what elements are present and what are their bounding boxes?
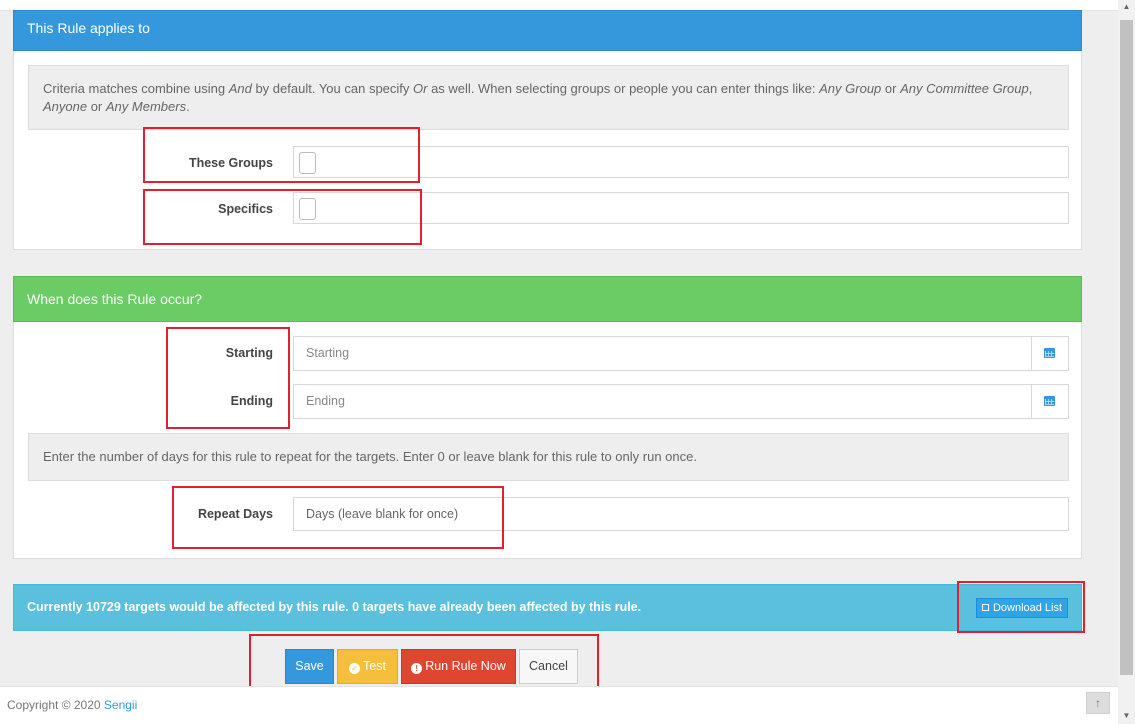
- scroll-down-arrow-icon[interactable]: ▼: [1118, 709, 1135, 723]
- starting-date-input[interactable]: Starting: [293, 336, 1069, 371]
- ending-calendar-button[interactable]: [1031, 385, 1068, 418]
- applies-to-panel-title: This Rule applies to: [13, 10, 1082, 51]
- copyright-text: Copyright © 2020 Sengii: [7, 698, 138, 712]
- company-link[interactable]: Sengii: [104, 698, 137, 712]
- annotation-box-groups: [143, 127, 420, 183]
- scroll-to-top-button[interactable]: ↑: [1086, 692, 1110, 714]
- targets-count: 10729: [86, 600, 121, 614]
- arrow-up-icon: ↑: [1095, 696, 1101, 710]
- repeat-note: Enter the number of days for this rule t…: [28, 433, 1069, 481]
- starting-placeholder: Starting: [306, 346, 350, 360]
- scrollbar-thumb[interactable]: [1120, 20, 1133, 675]
- scroll-up-arrow-icon[interactable]: ▲: [1118, 0, 1135, 14]
- annotation-box-dates: [166, 327, 290, 429]
- occurrence-panel-title: When does this Rule occur?: [13, 276, 1082, 322]
- calendar-icon: [1044, 396, 1055, 406]
- page-scrollbar[interactable]: ▲ ▼: [1118, 0, 1135, 723]
- starting-calendar-button[interactable]: [1031, 337, 1068, 370]
- footer: Copyright © 2020 Sengii: [0, 686, 1118, 724]
- calendar-icon: [1044, 348, 1055, 358]
- annotation-box-download: [957, 581, 1085, 633]
- ending-date-input[interactable]: Ending: [293, 384, 1069, 419]
- annotation-box-repeat: [172, 486, 504, 549]
- ending-placeholder: Ending: [306, 394, 345, 408]
- targets-summary-bar: Currently 10729 targets would be affecte…: [13, 584, 1082, 631]
- criteria-note: Criteria matches combine using And by de…: [28, 65, 1069, 130]
- annotation-box-specifics: [143, 189, 422, 245]
- annotation-box-actions: [249, 634, 599, 691]
